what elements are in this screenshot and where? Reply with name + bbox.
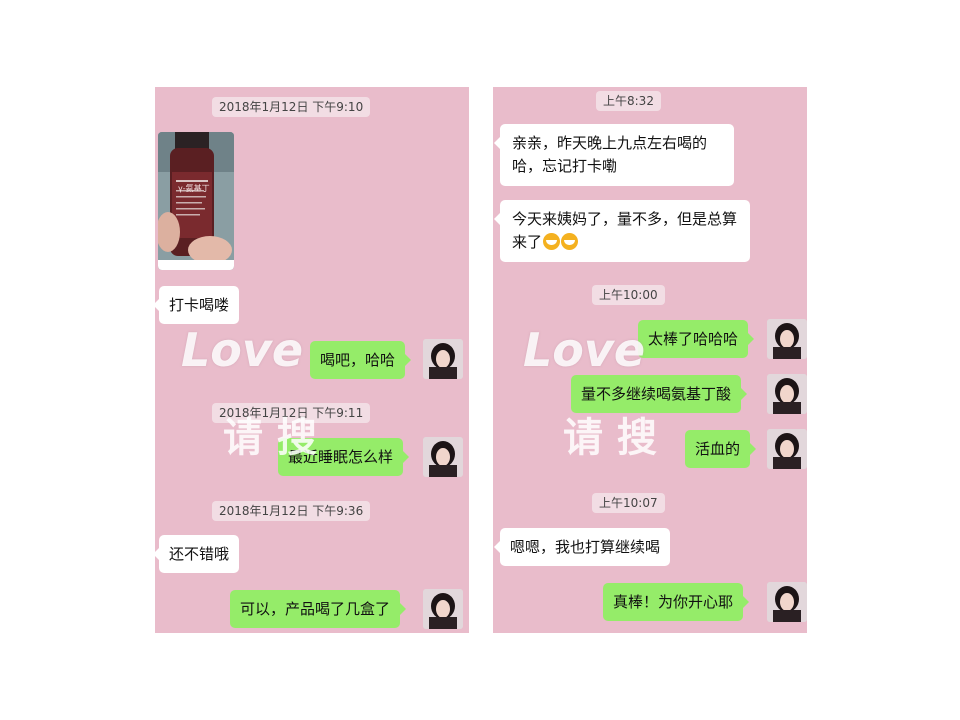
avatar-icon: [767, 374, 807, 414]
timestamp: 上午10:07: [592, 493, 665, 513]
watermark-text: Love: [523, 323, 646, 377]
bottle-image: [158, 132, 234, 270]
avatar-icon: [423, 437, 463, 477]
message-sent[interactable]: 活血的: [685, 430, 757, 468]
timestamp: 2018年1月12日 下午9:36: [212, 501, 371, 521]
avatar-icon: [423, 339, 463, 379]
avatar-icon: [423, 589, 463, 629]
grin-emoji-icon: [561, 233, 579, 250]
photo-label: γ-氨基丁: [178, 184, 210, 193]
watermark-text: 请 搜: [563, 415, 657, 461]
user-avatar[interactable]: [767, 319, 807, 359]
message-recv[interactable]: 还不错哦: [155, 535, 240, 573]
timestamp: 上午10:00: [592, 285, 665, 305]
timestamp: 2018年1月12日 下午9:10: [212, 97, 371, 117]
message-sent[interactable]: 最近睡眠怎么样: [278, 438, 410, 476]
product-photo[interactable]: γ-氨基丁: [158, 132, 234, 270]
avatar-icon: [767, 319, 807, 359]
message-recv[interactable]: 今天来姨妈了，量不多，但是总算来了: [494, 200, 750, 262]
chat-panel-left[interactable]: 2018年1月12日 下午9:10 γ-氨基丁 打卡喝喽 喝吧，哈哈 2018年…: [155, 87, 469, 633]
user-avatar[interactable]: [767, 582, 807, 622]
chat-panel-right[interactable]: 上午8:32 亲亲，昨天晚上九点左右喝的哈，忘记打卡嘞 今天来姨妈了，量不多，但…: [493, 87, 807, 633]
message-sent[interactable]: 真棒！为你开心耶: [603, 583, 750, 621]
avatar-icon: [767, 582, 807, 622]
user-avatar[interactable]: [767, 429, 807, 469]
grin-emoji-icon: [543, 233, 561, 250]
watermark-text: Love: [181, 323, 304, 377]
user-avatar[interactable]: [767, 374, 807, 414]
message-sent[interactable]: 太棒了哈哈哈: [638, 320, 755, 358]
message-recv[interactable]: 嗯嗯，我也打算继续喝: [493, 528, 671, 566]
message-recv[interactable]: 打卡喝喽: [155, 286, 240, 324]
user-avatar[interactable]: [423, 437, 463, 477]
timestamp: 上午8:32: [596, 91, 661, 111]
timestamp: 2018年1月12日 下午9:11: [212, 403, 371, 423]
message-sent[interactable]: 喝吧，哈哈: [310, 341, 412, 379]
user-avatar[interactable]: [423, 589, 463, 629]
message-recv[interactable]: 亲亲，昨天晚上九点左右喝的哈，忘记打卡嘞: [494, 124, 734, 186]
avatar-icon: [767, 429, 807, 469]
message-sent[interactable]: 可以，产品喝了几盒了: [230, 590, 407, 628]
user-avatar[interactable]: [423, 339, 463, 379]
message-sent[interactable]: 量不多继续喝氨基丁酸: [571, 375, 748, 413]
